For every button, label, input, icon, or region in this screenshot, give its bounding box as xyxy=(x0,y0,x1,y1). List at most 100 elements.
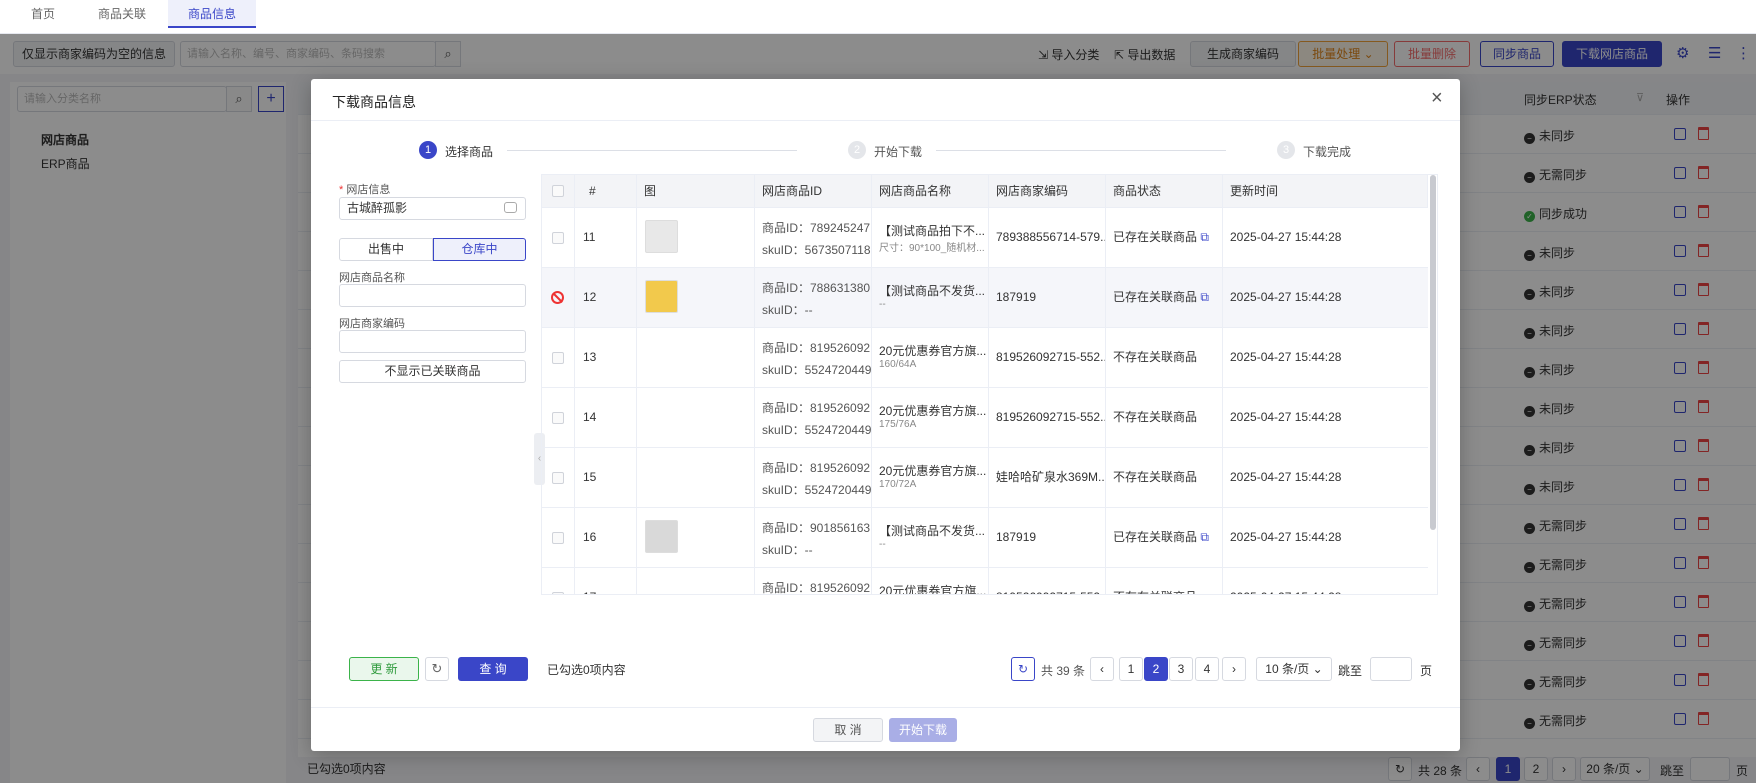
header-merchant-code: 网店商家编码 xyxy=(989,175,1106,208)
row-index: 17 xyxy=(575,568,637,594)
table-row[interactable]: 11 商品ID：789245247... skuID：5673507118... 【测… xyxy=(542,208,1428,268)
shop-info-label: * 网店信息 xyxy=(339,184,391,196)
goods-id: 商品ID：819526092... xyxy=(762,461,872,475)
shop-select-icon xyxy=(504,202,517,213)
row-goods-id: 商品ID：819526092...skuID：5524720449... xyxy=(755,568,872,595)
goods-thumbnail[interactable] xyxy=(645,280,678,313)
row-goods-status: 已存在关联商品 ⧉ xyxy=(1106,208,1223,267)
table-scrollbar[interactable] xyxy=(1430,175,1436,530)
row-update-time: 2025-04-27 15:44:28 xyxy=(1230,470,1342,484)
goods-name: 【测试商品拍下不... xyxy=(879,224,986,238)
goods-id: 商品ID：789245247... xyxy=(762,221,872,235)
sku-id: skuID：-- xyxy=(762,543,813,557)
select-all-checkbox[interactable] xyxy=(552,185,564,197)
disabled-ban-icon xyxy=(551,291,564,304)
view-link-icon[interactable]: ⧉ xyxy=(1197,230,1209,244)
status-label: 不存在关联商品 xyxy=(1113,590,1197,594)
page-1[interactable]: 1 xyxy=(1119,657,1143,681)
goods-id: 商品ID：819526092... xyxy=(762,581,872,595)
goods-spec: 170/72A xyxy=(879,479,917,490)
row-update-time: 2025-04-27 15:44:28 xyxy=(1223,568,1428,594)
update-button[interactable]: 更 新 xyxy=(349,657,419,681)
row-goods-status: 已存在关联商品 ⧉ xyxy=(1106,268,1223,327)
goods-thumbnail[interactable] xyxy=(645,520,678,553)
shop-select[interactable]: 古城醉孤影 xyxy=(339,197,526,220)
shop-goods-table: # 图 网店商品ID 网店商品名称 网店商家编码 商品状态 更新时间 11 商品I… xyxy=(541,174,1438,595)
sku-id: skuID：5524720449... xyxy=(762,363,872,377)
jump-label: 跳至 xyxy=(1338,664,1363,678)
table-row[interactable]: 14 商品ID：819526092... skuID：5524720449... 20… xyxy=(542,388,1428,448)
tab-goods-info[interactable]: 商品信息 xyxy=(168,0,256,28)
step-3-label: 下载完成 xyxy=(1303,145,1352,159)
goods-name: 【测试商品不发货... xyxy=(879,524,986,538)
jump-input[interactable] xyxy=(1370,657,1412,681)
row-update-time: 2025-04-27 15:44:28 xyxy=(1230,290,1342,304)
row-checkbox-cell xyxy=(542,508,575,567)
sku-id: skuID：5524720449... xyxy=(762,483,872,497)
hide-linked-button[interactable]: 不显示已关联商品 xyxy=(339,360,526,383)
row-goods-id: 商品ID：789245247... skuID：5673507118... xyxy=(755,208,872,267)
row-update-time: 2025-04-27 15:44:28 xyxy=(1230,530,1342,544)
header-image: 图 xyxy=(637,175,755,208)
page-4[interactable]: 4 xyxy=(1195,657,1219,681)
header-index: # xyxy=(575,175,637,208)
row-goods-name: 20元优惠券官方旗... 175/76A xyxy=(872,388,989,447)
table-row[interactable]: 12 商品ID：788631380... skuID：-- 【测试商品不发货... --… xyxy=(542,268,1428,328)
view-link-icon[interactable]: ⧉ xyxy=(1197,530,1209,544)
row-checkbox[interactable] xyxy=(552,232,564,244)
close-icon[interactable]: × xyxy=(1431,87,1443,110)
table-row[interactable]: 16 商品ID：901856163... skuID：-- 【测试商品不发货... --… xyxy=(542,508,1428,568)
step-2-number: 2 xyxy=(848,141,866,159)
shop-info-label-text: 网店信息 xyxy=(346,184,391,196)
tab-goods-link[interactable]: 商品关联 xyxy=(90,0,154,28)
page-2[interactable]: 2 xyxy=(1144,657,1168,681)
status-label: 不存在关联商品 xyxy=(1113,470,1198,484)
cancel-button[interactable]: 取 消 xyxy=(813,718,883,742)
refresh-icon[interactable]: ↻ xyxy=(425,657,449,681)
table-row[interactable]: 17 商品ID：819526092...skuID：5524720449... 20… xyxy=(542,568,1428,595)
goods-thumbnail[interactable] xyxy=(645,220,678,253)
page-3[interactable]: 3 xyxy=(1169,657,1193,681)
status-in-store-toggle[interactable]: 仓库中 xyxy=(433,238,526,261)
row-index: 11 xyxy=(575,208,637,267)
tab-home[interactable]: 首页 xyxy=(20,0,66,28)
row-merchant-code: 789388556714-579... xyxy=(989,208,1106,267)
goods-spec: -- xyxy=(879,299,886,310)
row-checkbox[interactable] xyxy=(552,532,564,544)
row-goods-id: 商品ID：819526092... skuID：5524720449... xyxy=(755,448,872,507)
table-refresh-icon[interactable]: ↻ xyxy=(1011,657,1035,681)
step-divider xyxy=(936,150,1226,151)
row-checkbox[interactable] xyxy=(552,472,564,484)
row-goods-name: 【测试商品拍下不... 尺寸：90*100_随机材... xyxy=(872,208,989,267)
goods-spec: 尺寸：90*100_随机材... xyxy=(879,243,985,254)
goods-name-input[interactable] xyxy=(339,284,526,307)
step-1-number: 1 xyxy=(419,141,437,159)
row-goods-status: 已存在关联商品 ⧉ xyxy=(1106,508,1223,567)
row-merchant-code: 187919 xyxy=(989,508,1106,567)
row-goods-id: 商品ID：788631380... skuID：-- xyxy=(755,268,872,327)
table-row[interactable]: 13 商品ID：819526092... skuID：5524720449... 20… xyxy=(542,328,1428,388)
table-row[interactable]: 15 商品ID：819526092... skuID：5524720449... 20… xyxy=(542,448,1428,508)
row-checkbox[interactable] xyxy=(552,352,564,364)
row-checkbox[interactable] xyxy=(552,592,564,594)
row-merchant-code: 819526092715-552... xyxy=(989,568,1106,594)
step-divider xyxy=(507,150,797,151)
row-goods-name: 【测试商品不发货... -- xyxy=(872,268,989,327)
per-page-select[interactable]: 10 条/页 ⌄ xyxy=(1256,657,1332,681)
query-button[interactable]: 查 询 xyxy=(458,657,528,681)
row-image-cell xyxy=(637,568,755,594)
status-label: 不存在关联商品 xyxy=(1113,350,1198,364)
prev-page-icon[interactable]: ‹ xyxy=(1090,657,1114,681)
status-on-sale-toggle[interactable]: 出售中 xyxy=(339,238,433,261)
goods-name: 20元优惠券官方旗... xyxy=(879,584,987,595)
goods-code-input[interactable] xyxy=(339,330,526,353)
row-checkbox[interactable] xyxy=(552,412,564,424)
view-link-icon[interactable]: ⧉ xyxy=(1197,290,1209,304)
goods-name: 20元优惠券官方旗... xyxy=(879,404,987,418)
start-download-button[interactable]: 开始下载 xyxy=(889,718,957,742)
row-checkbox-cell xyxy=(542,268,575,327)
row-index: 13 xyxy=(575,328,637,387)
row-index: 14 xyxy=(575,388,637,447)
goods-id: 商品ID：819526092... xyxy=(762,401,872,415)
next-page-icon[interactable]: › xyxy=(1222,657,1246,681)
